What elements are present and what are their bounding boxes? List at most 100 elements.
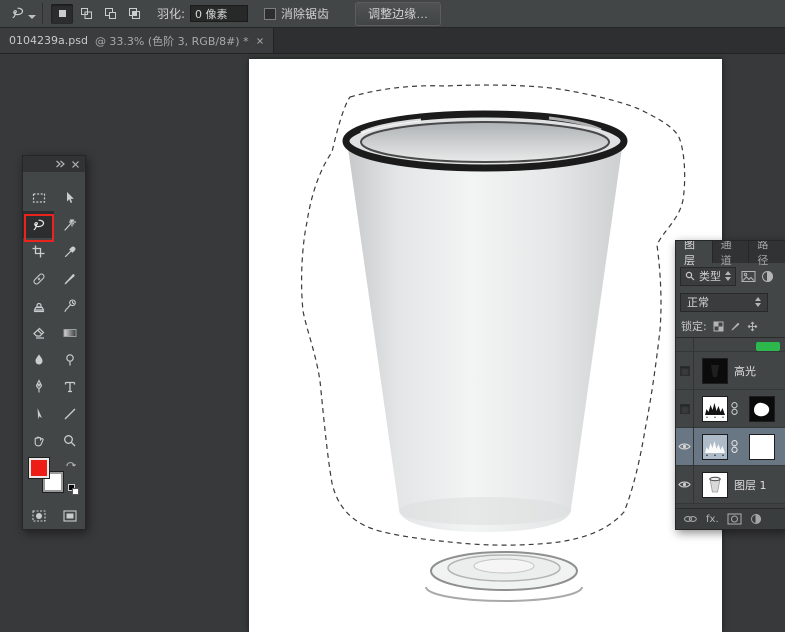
updown-arrows-icon bbox=[725, 271, 731, 281]
link-mask-icon[interactable] bbox=[730, 401, 739, 416]
layer-filter-select[interactable]: 类型 bbox=[680, 267, 736, 286]
tool-line[interactable] bbox=[54, 400, 85, 427]
layer-effects-button[interactable]: fx. bbox=[706, 514, 719, 525]
lock-transparency-icon[interactable] bbox=[713, 321, 724, 332]
feather-label: 羽化: bbox=[157, 5, 185, 22]
visibility-cell[interactable] bbox=[676, 352, 694, 389]
feather-input[interactable] bbox=[190, 5, 248, 22]
move-icon bbox=[62, 190, 78, 206]
tab-paths[interactable]: 路径 bbox=[749, 241, 785, 263]
visibility-cell[interactable] bbox=[676, 390, 694, 427]
path-selection-icon bbox=[31, 406, 47, 422]
tool-lasso[interactable] bbox=[23, 211, 54, 238]
new-adjustment-layer-icon[interactable] bbox=[750, 513, 762, 525]
antialias-label: 消除锯齿 bbox=[281, 5, 329, 22]
subtract-from-selection-button[interactable] bbox=[99, 4, 121, 24]
add-to-selection-button[interactable] bbox=[75, 4, 97, 24]
tab-layers[interactable]: 图层 bbox=[676, 241, 713, 263]
tool-brush[interactable] bbox=[54, 265, 85, 292]
tool-eraser[interactable] bbox=[23, 319, 54, 346]
document-tab[interactable]: 0104239a.psd @ 33.3% (色阶 3, RGB/8#) * bbox=[0, 28, 274, 53]
visibility-cell[interactable] bbox=[676, 338, 694, 351]
antialias-checkbox[interactable] bbox=[264, 8, 276, 20]
tool-hand[interactable] bbox=[23, 427, 54, 454]
tool-zoom[interactable] bbox=[54, 427, 85, 454]
visibility-cell[interactable] bbox=[676, 428, 694, 465]
tool-rectangular-marquee[interactable] bbox=[23, 184, 54, 211]
layers-list: 高光 bbox=[676, 337, 785, 509]
layer-mask-thumbnail[interactable] bbox=[749, 434, 775, 460]
default-colors-icon[interactable] bbox=[68, 484, 80, 496]
visibility-cell[interactable] bbox=[676, 466, 694, 503]
tool-clone-stamp[interactable] bbox=[23, 292, 54, 319]
type-tool-icon bbox=[62, 379, 78, 395]
tool-preset-picker[interactable] bbox=[6, 3, 43, 24]
filter-pixel-layers-icon[interactable] bbox=[741, 270, 756, 283]
cup-graphic bbox=[346, 114, 624, 532]
layer-row-color-fill[interactable] bbox=[676, 338, 785, 352]
tool-dodge[interactable] bbox=[54, 346, 85, 373]
blend-mode-row: 正常 bbox=[676, 289, 785, 315]
tool-move[interactable] bbox=[54, 184, 85, 211]
add-layer-mask-icon[interactable] bbox=[727, 513, 742, 525]
brush-icon bbox=[62, 271, 78, 287]
updown-arrows-icon bbox=[755, 297, 761, 307]
layer-row-highlight[interactable]: 高光 bbox=[676, 352, 785, 390]
filter-adjustment-layers-icon[interactable] bbox=[761, 270, 774, 283]
foreground-color-swatch[interactable] bbox=[29, 458, 49, 478]
lock-image-icon[interactable] bbox=[730, 321, 741, 332]
tool-crop[interactable] bbox=[23, 238, 54, 265]
close-icon[interactable] bbox=[256, 37, 264, 45]
mask-blob-icon bbox=[750, 397, 774, 421]
swap-colors-icon[interactable] bbox=[65, 458, 78, 468]
selection-mode-buttons bbox=[51, 4, 145, 24]
layers-panel: 图层 通道 路径 类型 正常 锁定: bbox=[675, 240, 785, 530]
lock-position-icon[interactable] bbox=[747, 321, 758, 332]
close-panel-icon[interactable] bbox=[71, 160, 80, 169]
layer-thumbnail[interactable] bbox=[702, 472, 728, 498]
pen-icon bbox=[31, 379, 47, 395]
refine-edge-button[interactable]: 调整边缘… bbox=[355, 2, 441, 26]
blend-mode-select[interactable]: 正常 bbox=[680, 293, 768, 312]
layer-color-swatch bbox=[756, 342, 780, 351]
eye-icon bbox=[678, 442, 691, 451]
tab-channels[interactable]: 通道 bbox=[713, 241, 750, 263]
tool-type[interactable] bbox=[54, 373, 85, 400]
new-selection-button[interactable] bbox=[51, 4, 73, 24]
collapse-panel-icon[interactable] bbox=[55, 159, 65, 169]
layer-thumbnail[interactable] bbox=[702, 358, 728, 384]
tools-grid bbox=[23, 172, 85, 454]
tools-bottom-row bbox=[23, 502, 85, 529]
layer-row-adjustment[interactable] bbox=[676, 390, 785, 428]
intersect-selection-icon bbox=[128, 7, 141, 20]
tool-gradient[interactable] bbox=[54, 319, 85, 346]
adjustment-thumbnail[interactable] bbox=[702, 396, 728, 422]
tool-blur[interactable] bbox=[23, 346, 54, 373]
adjustment-thumbnail[interactable] bbox=[702, 434, 728, 460]
crop-icon bbox=[31, 244, 47, 260]
layer-mask-thumbnail[interactable] bbox=[749, 396, 775, 422]
intersect-selection-button[interactable] bbox=[123, 4, 145, 24]
link-layers-icon[interactable] bbox=[683, 514, 698, 524]
link-mask-icon[interactable] bbox=[730, 439, 739, 454]
layer-row-selected-adjustment[interactable] bbox=[676, 428, 785, 466]
gradient-icon bbox=[62, 325, 78, 341]
subtract-from-selection-icon bbox=[104, 7, 117, 20]
search-icon bbox=[685, 271, 695, 281]
tool-history-brush[interactable] bbox=[54, 292, 85, 319]
document-zoom-info: @ 33.3% (色阶 3, RGB/8#) * bbox=[95, 33, 249, 49]
lock-row: 锁定: bbox=[676, 315, 785, 337]
tool-path-selection[interactable] bbox=[23, 400, 54, 427]
tool-eyedropper[interactable] bbox=[54, 238, 85, 265]
visibility-off-icon bbox=[680, 404, 690, 414]
tool-spot-healing-brush[interactable] bbox=[23, 265, 54, 292]
eyedropper-icon bbox=[62, 244, 78, 260]
levels-histogram-icon bbox=[703, 435, 727, 459]
tool-screen-mode[interactable] bbox=[54, 502, 85, 529]
canvas[interactable] bbox=[249, 59, 722, 632]
layer-row-layer1[interactable]: 图层 1 bbox=[676, 466, 785, 504]
document-tab-bar: 0104239a.psd @ 33.3% (色阶 3, RGB/8#) * bbox=[0, 28, 785, 54]
tool-magic-wand[interactable] bbox=[54, 211, 85, 238]
tool-pen[interactable] bbox=[23, 373, 54, 400]
tool-quick-mask[interactable] bbox=[23, 502, 54, 529]
